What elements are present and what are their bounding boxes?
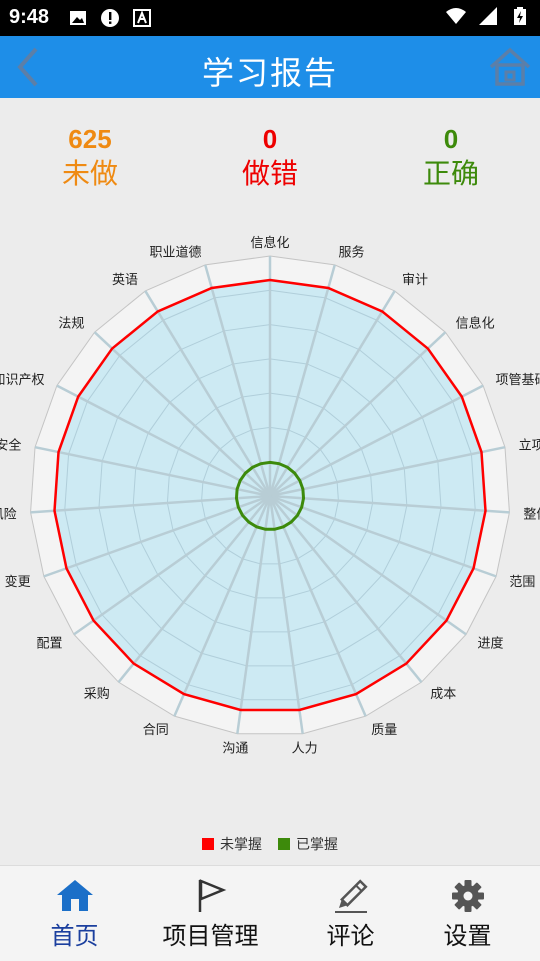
status-right-icons (446, 6, 530, 26)
category-label: 服务 (339, 244, 365, 260)
category-label: 项管基础 (496, 373, 540, 388)
stat-correct-label: 正确 (422, 157, 479, 190)
bottom-nav: 首页 项目管理 评论 设置 (0, 865, 540, 961)
status-time: 9:48 (9, 6, 50, 28)
home-icon (56, 880, 93, 911)
stats-panel: 625 未做 0 做错 0 正确 (0, 122, 540, 202)
home-icon (489, 47, 531, 86)
legend-label-mastered: 已掌握 (296, 837, 338, 853)
category-label: 立项 (519, 438, 540, 453)
nav-home-label: 首页 (50, 922, 99, 950)
flag-icon (198, 879, 226, 912)
chart-legend: 未掌握 已掌握 (0, 834, 540, 854)
category-label: 信息化 (456, 316, 495, 332)
legend-label-unmastered: 未掌握 (220, 837, 262, 853)
category-label: 安全 (0, 437, 21, 453)
signal-icon (479, 7, 497, 25)
nav-settings-label: 设置 (443, 922, 492, 950)
category-label: 进度 (478, 635, 504, 651)
legend-swatch-unmastered (202, 838, 214, 850)
battery-icon (514, 7, 526, 25)
category-label: 配置 (36, 636, 62, 651)
category-label: 采购 (84, 686, 110, 702)
stat-undone-value: 625 (68, 124, 112, 154)
legend-item-mastered: 已掌握 (278, 834, 338, 854)
wifi-icon (446, 8, 466, 24)
app-bar: 学习报告 (0, 36, 540, 98)
nav-comments[interactable]: 评论 (283, 878, 418, 951)
category-label: 变更 (5, 574, 31, 590)
category-label: 法规 (58, 317, 84, 332)
stat-wrong-value: 0 (262, 124, 278, 154)
stat-undone: 625 未做 (20, 122, 160, 192)
category-label: 职业道德 (149, 245, 201, 260)
stat-correct-value: 0 (443, 124, 459, 154)
a-badge-icon (133, 9, 151, 27)
category-label: 沟通 (222, 742, 248, 757)
nav-comments-label: 评论 (326, 922, 375, 950)
category-label: 人力 (292, 742, 318, 757)
category-label: 信息化 (250, 235, 289, 251)
category-label: 知识产权 (0, 372, 44, 388)
radar-chart: 信息化服务审计信息化项管基础立项整体范围进度成本质量人力沟通合同采购配置变更风险… (0, 235, 540, 757)
category-label: 整体 (523, 507, 540, 522)
stat-undone-label: 未做 (61, 157, 118, 190)
pencil-edit-icon (334, 879, 368, 913)
page-title: 学习报告 (201, 54, 338, 92)
category-label: 风险 (0, 507, 17, 522)
category-label: 成本 (430, 687, 456, 702)
category-label: 质量 (371, 723, 397, 738)
home-button[interactable] (488, 45, 532, 89)
nav-project-management-label: 项目管理 (162, 922, 259, 950)
category-label: 英语 (112, 273, 138, 288)
stat-correct: 0 正确 (381, 122, 521, 192)
image-icon (70, 11, 86, 25)
category-label: 范围 (509, 575, 535, 590)
category-label: 合同 (143, 723, 169, 738)
status-bar: 9:48 (0, 0, 540, 36)
stat-wrong-label: 做错 (241, 157, 298, 190)
legend-item-unmastered: 未掌握 (202, 834, 262, 854)
status-left-icons (68, 8, 152, 28)
alert-icon (101, 9, 119, 27)
nav-project-management[interactable]: 项目管理 (143, 878, 278, 951)
nav-settings[interactable]: 设置 (400, 878, 535, 951)
category-label: 审计 (402, 273, 428, 288)
stat-wrong: 0 做错 (200, 122, 340, 192)
nav-home[interactable]: 首页 (7, 878, 142, 951)
legend-swatch-mastered (278, 838, 290, 850)
gear-icon (451, 880, 484, 912)
